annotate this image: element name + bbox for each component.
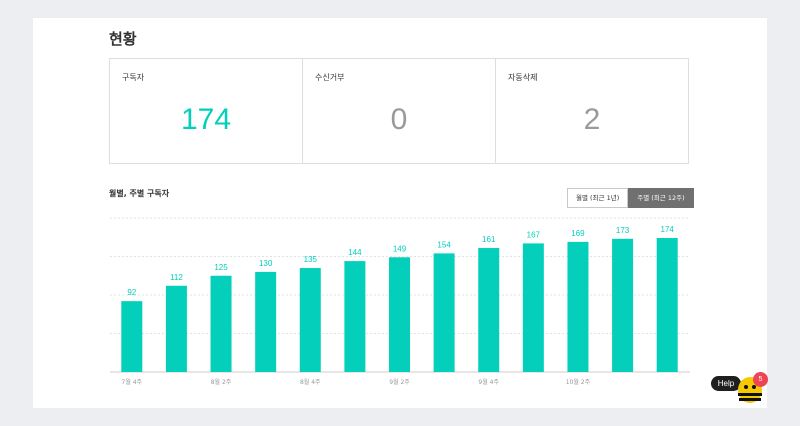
subscriber-bar-chart: 92 7월 4주 112 125 8월 2주 130 135 8월 4주 144 149 9월 2주… xyxy=(110,217,690,386)
chart-x-tick-label: 9월 4주 xyxy=(478,378,499,386)
chart-bar[interactable] xyxy=(522,243,544,372)
chart-bar[interactable] xyxy=(612,238,634,372)
chart-data-label: 125 xyxy=(214,263,228,272)
chart-bar[interactable] xyxy=(165,285,187,372)
chart-data-label: 161 xyxy=(482,235,496,244)
chart-data-label: 112 xyxy=(170,273,183,282)
chart-x-tick-label: 7월 4주 xyxy=(122,378,143,386)
chart-bar[interactable] xyxy=(255,271,277,372)
chart-data-label: 174 xyxy=(661,225,675,234)
chart-data-label: 154 xyxy=(437,240,451,249)
chart-data-label: 135 xyxy=(304,255,318,264)
notification-badge: 5 xyxy=(753,372,768,387)
chart-x-tick-label: 10월 2주 xyxy=(566,378,591,386)
chart-x-tick-label: 8월 2주 xyxy=(211,378,232,386)
chart-data-label: 92 xyxy=(127,288,136,297)
chart-x-tick-label: 8월 4주 xyxy=(300,378,321,386)
chart-data-label: 149 xyxy=(393,244,407,253)
chart-bar[interactable] xyxy=(433,253,455,372)
chart-data-label: 144 xyxy=(348,248,362,257)
chart-bar[interactable] xyxy=(121,301,143,372)
chart-bar[interactable] xyxy=(567,241,589,372)
chart-data-label: 169 xyxy=(571,229,585,238)
chart-bar[interactable] xyxy=(656,238,678,372)
chart-data-label: 173 xyxy=(616,226,630,235)
chart-bar[interactable] xyxy=(344,261,366,372)
chart-bar[interactable] xyxy=(210,275,232,372)
chart-bar[interactable] xyxy=(389,257,410,372)
chart-data-label: 167 xyxy=(527,230,541,239)
chart-data-label: 130 xyxy=(259,259,273,268)
chart-bar[interactable] xyxy=(478,248,500,372)
chart-x-tick-label: 9월 2주 xyxy=(389,378,410,386)
chart-bar[interactable] xyxy=(299,268,321,372)
